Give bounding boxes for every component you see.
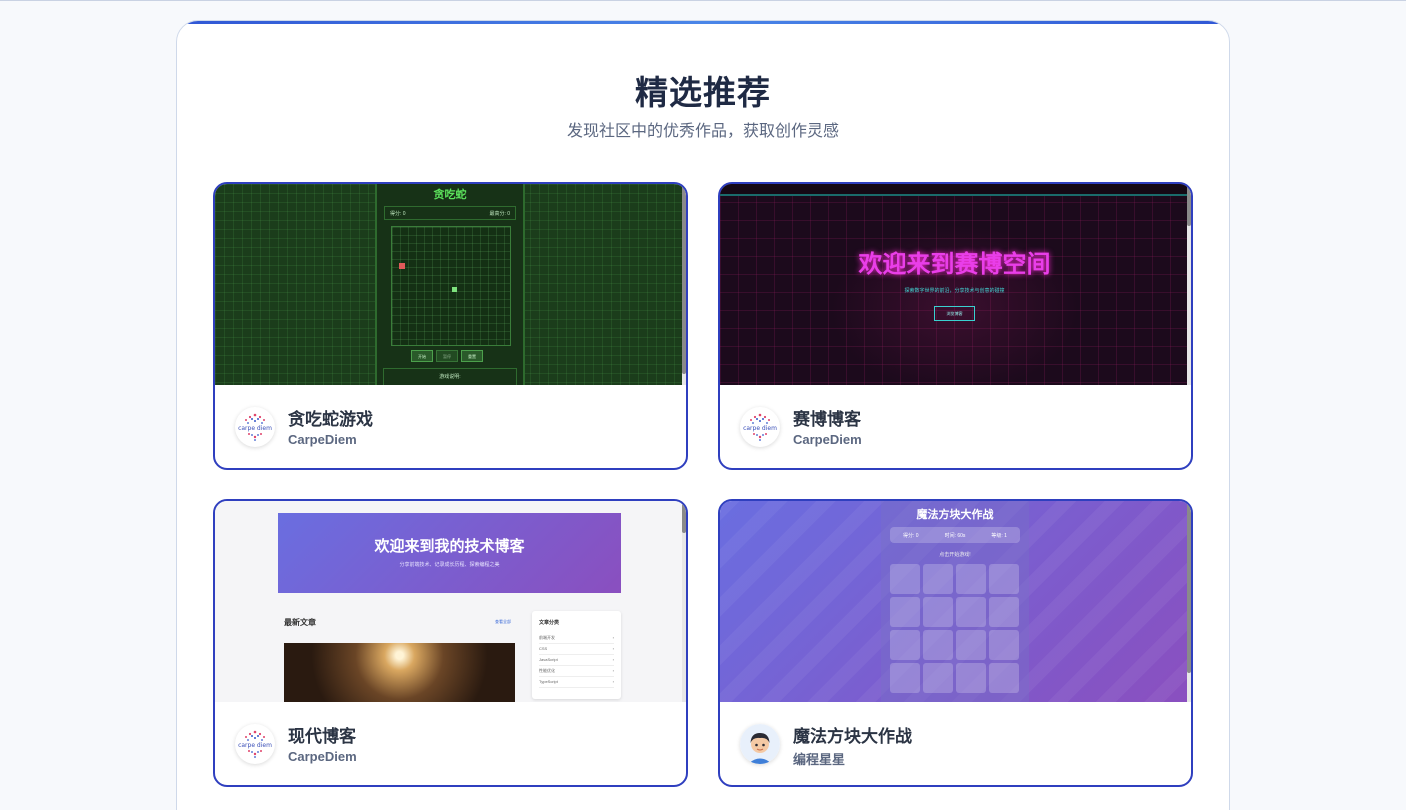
card-info: 魔法方块大作战 编程星星 — [720, 702, 1191, 785]
card-author[interactable]: CarpeDiem — [793, 432, 862, 447]
card-author[interactable]: CarpeDiem — [288, 749, 357, 764]
preview-scrollbar[interactable] — [682, 501, 686, 702]
grid-cell — [989, 597, 1019, 627]
snake-game-panel: 贪吃蛇 得分: 0 最高分: 0 开始 暂停 重置 游戏说明: — [375, 184, 525, 385]
carpe-diem-logo-icon: carpe diem — [235, 407, 275, 447]
category-item: TypeScript — [539, 677, 614, 688]
preview-scrollbar[interactable] — [1187, 184, 1191, 385]
game-board — [391, 226, 511, 346]
project-card-magic-blocks[interactable]: 魔法方块大作战 得分: 0 时间: 60s 等级: 1 点击开始游戏! 魔法方块… — [718, 499, 1193, 787]
section-subtitle: 发现社区中的优秀作品，获取创作灵感 — [566, 123, 839, 140]
svg-text:carpe diem: carpe diem — [743, 425, 777, 432]
card-author[interactable]: CarpeDiem — [288, 432, 357, 447]
section-title: 精选推荐 — [635, 74, 771, 111]
stats-bar: 得分: 0 时间: 60s 等级: 1 — [890, 527, 1020, 543]
score-label: 得分: 0 — [390, 210, 406, 217]
score-bar: 得分: 0 最高分: 0 — [384, 206, 516, 220]
scrollbar-thumb[interactable] — [1187, 503, 1191, 673]
grid-cell — [923, 597, 953, 627]
svg-text:carpe diem: carpe diem — [238, 742, 272, 749]
blog-hero-banner: 欢迎来到我的技术博客 分享前端技术、记录成长历程、探索编程之美 — [278, 513, 621, 593]
carpe-diem-logo-icon: carpe diem — [740, 407, 780, 447]
start-button: 开始 — [411, 350, 433, 362]
boy-avatar-icon — [740, 724, 780, 764]
card-info: carpe diem 现代博客 CarpeDiem — [215, 702, 686, 785]
scrollbar-thumb[interactable] — [1187, 186, 1191, 226]
level-stat: 等级: 1 — [991, 532, 1007, 539]
best-score-label: 最高分: 0 — [489, 210, 510, 217]
magic-game-panel: 魔法方块大作战 得分: 0 时间: 60s 等级: 1 点击开始游戏! — [881, 501, 1029, 702]
card-preview: 魔法方块大作战 得分: 0 时间: 60s 等级: 1 点击开始游戏! — [720, 501, 1189, 702]
card-title[interactable]: 赛博博客 — [793, 405, 861, 430]
project-card-modern-blog[interactable]: 欢迎来到我的技术博客 分享前端技术、记录成长历程、探索编程之美 最新文章 查看全… — [213, 499, 688, 787]
grid-cell — [956, 597, 986, 627]
block-grid — [890, 564, 1019, 693]
preview-subheading: 分享前端技术、记录成长历程、探索编程之美 — [399, 562, 500, 568]
card-title[interactable]: 贪吃蛇游戏 — [288, 405, 373, 430]
preview-navbar — [720, 184, 1189, 196]
grid-cell — [923, 630, 953, 660]
view-all-link: 查看全部 — [495, 619, 511, 624]
card-info: carpe diem 赛博博客 CarpeDiem — [720, 385, 1191, 468]
sidebar-title: 文章分类 — [539, 620, 560, 626]
grid-cell — [890, 663, 920, 693]
game-buttons: 开始 暂停 重置 — [411, 350, 483, 362]
grid-cell — [923, 564, 953, 594]
preview-heading: 欢迎来到我的技术博客 — [374, 538, 525, 555]
preview-button: 浏览博客 — [934, 306, 975, 321]
project-card-cyber-blog[interactable]: 欢迎来到赛博空间 探索数字世界的前沿，分享技术与创意的碰撞 浏览博客 carpe… — [718, 182, 1193, 470]
category-item: JavaScript — [539, 655, 614, 666]
card-preview: 欢迎来到我的技术博客 分享前端技术、记录成长历程、探索编程之美 最新文章 查看全… — [215, 501, 684, 702]
preview-scrollbar[interactable] — [1187, 501, 1191, 702]
section-accent-bar — [177, 21, 1229, 24]
time-stat: 时间: 60s — [944, 532, 966, 539]
card-title[interactable]: 魔法方块大作战 — [793, 722, 912, 747]
carpe-diem-logo-icon: carpe diem — [235, 724, 275, 764]
grid-cell — [989, 564, 1019, 594]
grid-cell — [956, 663, 986, 693]
latest-articles-label: 最新文章 — [284, 618, 316, 627]
score-stat: 得分: 0 — [903, 532, 919, 539]
grid-cell — [956, 630, 986, 660]
pause-button: 暂停 — [436, 350, 458, 362]
preview-heading: 欢迎来到赛博空间 — [858, 251, 1051, 278]
grid-cell — [923, 663, 953, 693]
grid-cell — [890, 630, 920, 660]
preview-scrollbar[interactable] — [682, 184, 686, 385]
category-item: 前端开发 — [539, 633, 614, 644]
grid-cell — [890, 564, 920, 594]
card-title[interactable]: 现代博客 — [288, 722, 356, 747]
preview-subheading: 探索数字世界的前沿，分享技术与创意的碰撞 — [904, 288, 1005, 294]
grid-cell — [989, 663, 1019, 693]
scrollbar-thumb[interactable] — [682, 503, 686, 533]
card-preview: 贪吃蛇 得分: 0 最高分: 0 开始 暂停 重置 游戏说明: — [215, 184, 684, 385]
grid-cell — [956, 564, 986, 594]
category-sidebar: 文章分类 前端开发 CSS JavaScript 性能优化 TypeScript — [532, 611, 621, 699]
top-divider — [0, 0, 1406, 1]
card-author[interactable]: 编程星星 — [793, 749, 845, 768]
card-info: carpe diem 贪吃蛇游戏 CarpeDiem — [215, 385, 686, 468]
grid-cell — [890, 597, 920, 627]
project-card-snake[interactable]: 贪吃蛇 得分: 0 最高分: 0 开始 暂停 重置 游戏说明: carpe di… — [213, 182, 688, 470]
card-preview: 欢迎来到赛博空间 探索数字世界的前沿，分享技术与创意的碰撞 浏览博客 — [720, 184, 1189, 385]
food-icon — [399, 263, 405, 269]
featured-section: 精选推荐 发现社区中的优秀作品，获取创作灵感 贪吃蛇 得分: 0 最高分: 0 … — [176, 20, 1230, 810]
grid-cell — [989, 630, 1019, 660]
article-thumbnail — [284, 643, 515, 702]
snake-head-icon — [452, 287, 457, 292]
preview-heading: 魔法方块大作战 — [916, 509, 994, 521]
reset-button: 重置 — [461, 350, 483, 362]
category-item: 性能优化 — [539, 666, 614, 677]
start-hint: 点击开始游戏! — [939, 552, 971, 558]
category-item: CSS — [539, 644, 614, 655]
preview-heading: 贪吃蛇 — [433, 189, 467, 201]
scrollbar-thumb[interactable] — [682, 186, 686, 374]
svg-text:carpe diem: carpe diem — [238, 425, 272, 432]
help-box: 游戏说明: — [383, 368, 517, 385]
